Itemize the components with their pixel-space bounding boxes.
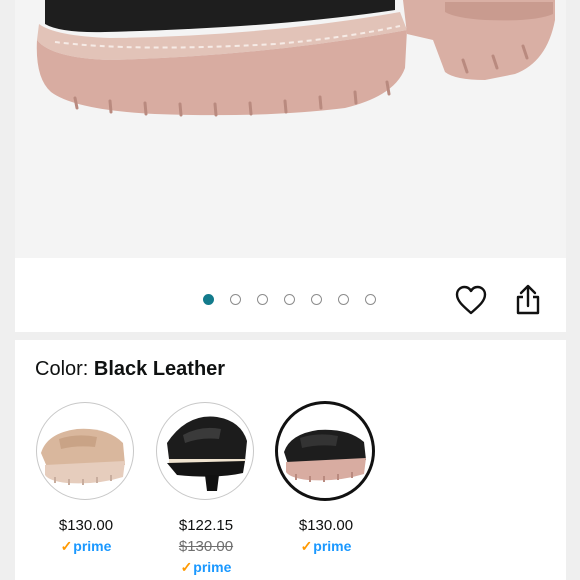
prime-label: prime [313,538,352,554]
share-button[interactable] [510,282,546,318]
prime-label: prime [73,538,112,554]
variant-price: $122.15 [178,517,234,534]
shoe-thumbnail [41,428,125,485]
check-icon: ✓ [300,538,313,554]
check-icon: ✓ [180,559,193,575]
color-swatch-image[interactable] [36,402,134,500]
product-image-gallery[interactable] [15,0,566,258]
color-label: Color: [35,358,94,380]
gallery-dot[interactable] [284,294,295,305]
heart-icon [455,285,487,315]
gallery-dot[interactable] [365,294,376,305]
gallery-dot[interactable] [338,294,349,305]
variant-price: $130.00 [58,517,114,534]
list-price: $130.00 [178,538,234,555]
gallery-dot[interactable] [311,294,322,305]
shoe-thumbnail [284,429,366,482]
gallery-dot[interactable] [257,294,268,305]
prime-badge: ✓prime [156,559,256,576]
product-image [36,0,555,117]
gallery-dot[interactable] [230,294,241,305]
prime-label: prime [193,559,232,575]
prime-badge: ✓prime [36,538,136,555]
gallery-controls [15,258,566,332]
gallery-dot[interactable] [203,294,214,305]
wishlist-button[interactable] [453,282,489,318]
color-selection-heading: Color: Black Leather [35,358,225,381]
shoe-thumbnail [167,416,247,491]
check-icon: ✓ [60,538,73,554]
selected-color-value: Black Leather [93,358,226,380]
color-swatch-image[interactable] [156,402,254,500]
product-page: Color: Black Leather $130.00 ✓prime $122… [15,0,566,580]
color-swatch-image[interactable] [275,401,375,501]
variant-price: $130.00 [298,517,354,534]
section-divider [15,332,566,340]
prime-badge: ✓prime [276,538,376,555]
share-icon [516,284,540,315]
